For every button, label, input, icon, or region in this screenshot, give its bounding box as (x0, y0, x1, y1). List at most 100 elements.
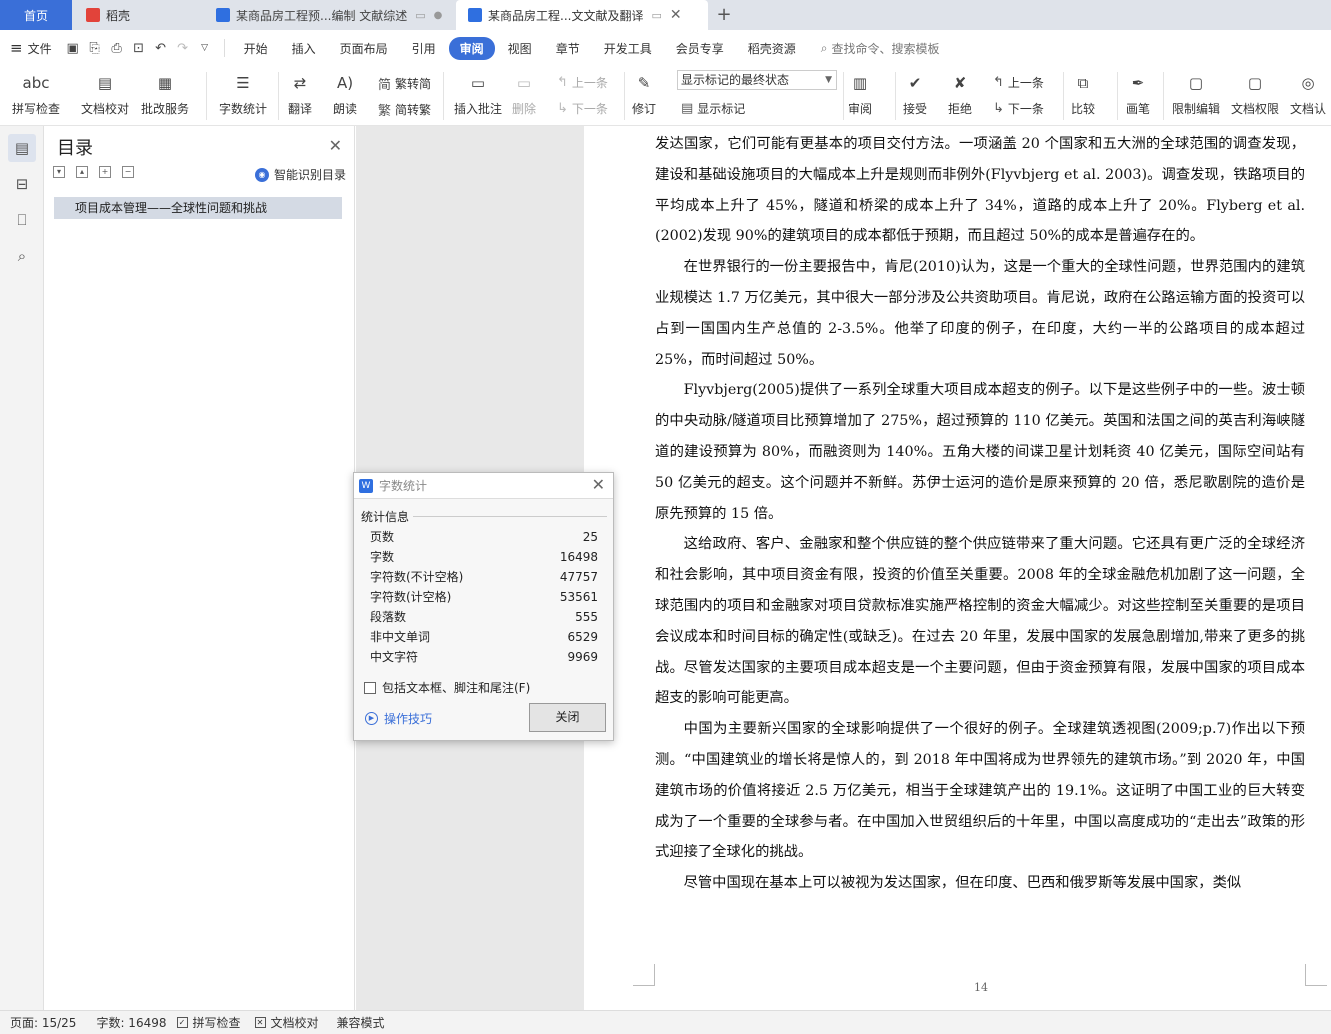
close-icon[interactable]: ✕ (592, 475, 605, 494)
show-markup-button[interactable]: ▤ 显示标记 (681, 100, 745, 117)
tab-bar: 首页 稻壳 某商品房工程预...编制 文献综述 ▭ ● 某商品房工程...文文献及翻… (0, 0, 1331, 30)
menu-tab-insert[interactable]: 插入 (281, 37, 327, 60)
add-heading-icon[interactable]: + (99, 166, 111, 178)
review-pane-button[interactable]: ▥ 审阅 (848, 70, 872, 117)
expand-all-icon[interactable]: ▾ (53, 166, 65, 178)
comment-icon: ▭ (470, 74, 486, 92)
prev-comment-button[interactable]: ↰ 上一条 (557, 74, 608, 91)
traditional-icon: 繁 (378, 104, 392, 119)
revise-service-button[interactable]: ▦ 批改服务 (141, 70, 189, 117)
read-aloud-button[interactable]: A) 朗读 (333, 70, 357, 117)
divider (843, 72, 844, 120)
to-simplified-button[interactable]: 简繁转简 (378, 74, 431, 93)
divider (278, 72, 279, 120)
translate-button[interactable]: ⇄ 翻译 (288, 70, 312, 117)
next-change-button[interactable]: ↳ 下一条 (993, 100, 1044, 117)
minimize-icon[interactable]: ▭ (415, 9, 425, 22)
accept-button[interactable]: ✔ 接受 (903, 70, 927, 117)
menu-tab-review[interactable]: 审阅 (448, 36, 495, 60)
menu-tab-developer[interactable]: 开发工具 (593, 37, 663, 60)
bookmark-icon[interactable]: ⎕ (8, 206, 36, 234)
menu-tab-chapter[interactable]: 章节 (545, 37, 591, 60)
prev-change-button[interactable]: ↰ 上一条 (993, 74, 1044, 91)
close-tab-icon[interactable]: ✕ (670, 7, 682, 23)
remove-heading-icon[interactable]: − (122, 166, 134, 178)
close-icon[interactable]: ✕ (329, 136, 342, 155)
next-icon: ↳ (557, 101, 568, 116)
toc-item[interactable]: 项目成本管理——全球性问题和挑战 (54, 197, 342, 219)
spell-check-icon: abc (22, 74, 50, 92)
compare-button[interactable]: ⧉ 比较 (1071, 70, 1095, 117)
tab-home[interactable]: 首页 (0, 0, 72, 30)
next-change-icon: ↳ (993, 101, 1004, 116)
file-menu[interactable]: ≡ 文件 (10, 39, 52, 57)
play-icon: ▶ (365, 712, 378, 725)
spell-check-toggle[interactable]: ✓ 拼写检查 (176, 1014, 241, 1031)
tab-document-1[interactable]: 某商品房工程预...编制 文献综述 ▭ ● (204, 0, 454, 30)
ink-button[interactable]: ✒ 画笔 (1126, 70, 1150, 117)
chevron-down-icon[interactable]: ▽ (194, 37, 216, 59)
word-count-indicator[interactable]: 字数: 16498 (96, 1014, 166, 1031)
menu-tab-references[interactable]: 引用 (401, 37, 447, 60)
restrict-edit-button[interactable]: ▢ 限制编辑 (1172, 70, 1220, 117)
markup-state-select[interactable]: 显示标记的最终状态 ▼ (677, 70, 837, 90)
word-count-dialog: W 字数统计 ✕ 统计信息 页数 25 字数 16498 字符数(不计空格) 4775… (353, 472, 614, 741)
include-textbox-checkbox[interactable]: 包括文本框、脚注和尾注(F) (364, 679, 530, 696)
spell-check-button[interactable]: abc 拼写检查 (12, 70, 60, 117)
print-icon[interactable]: ⎙ (106, 37, 128, 59)
toc-panel-icon[interactable]: ▤ (8, 134, 36, 162)
tab-document-2[interactable]: 某商品房工程...文文献及翻译 ▭ ✕ (456, 0, 708, 30)
insert-comment-button[interactable]: ▭ 插入批注 (454, 70, 502, 117)
pen-icon: ✒ (1131, 74, 1145, 92)
delete-comment-button[interactable]: ▭ 删除 (512, 70, 536, 117)
doc-auth-icon: ◎ (1301, 74, 1315, 92)
to-traditional-button[interactable]: 繁简转繁 (378, 100, 431, 119)
reject-button[interactable]: ✘ 拒绝 (948, 70, 972, 117)
stat-row-chinese-chars: 中文字符 9969 (370, 650, 598, 664)
minimize-icon[interactable]: ▭ (651, 9, 661, 22)
tips-link[interactable]: ▶ 操作技巧 (365, 710, 432, 727)
search-icon[interactable]: ⌕ (8, 242, 36, 270)
print-preview-icon[interactable]: ⊡ (128, 37, 150, 59)
divider (1163, 72, 1164, 120)
menu-tab-layout[interactable]: 页面布局 (329, 37, 399, 60)
checkbox-box[interactable] (364, 681, 376, 694)
collapse-all-icon[interactable]: ▴ (76, 166, 88, 178)
command-search[interactable]: ⌕ 查找命令、搜索模板 (821, 40, 940, 57)
menu-tab-member[interactable]: 会员专享 (665, 37, 735, 60)
unsaved-dot-icon: ● (433, 9, 443, 21)
doc-auth-button[interactable]: ◎ 文档认 (1290, 70, 1326, 117)
export-pdf-icon[interactable]: ⎘ (84, 37, 106, 59)
redo-icon[interactable]: ↷ (172, 37, 194, 59)
doc-permission-button[interactable]: ▢ 文档权限 (1231, 70, 1279, 117)
stat-row-paragraphs: 段落数 555 (370, 610, 598, 624)
divider (895, 72, 896, 120)
permission-icon: ▢ (1247, 74, 1263, 92)
paragraph: 尽管中国现在基本上可以被视为发达国家，但在印度、巴西和俄罗斯等发展中国家，类似 (683, 875, 1242, 892)
left-rail: ▤ ⊟ ⎕ ⌕ (0, 126, 44, 1010)
doc-proofread-button[interactable]: ▤ 文档校对 (81, 70, 129, 117)
next-comment-button[interactable]: ↳ 下一条 (557, 100, 608, 117)
add-tab-button[interactable]: + (712, 4, 736, 26)
page-indicator[interactable]: 页面: 15/25 (10, 1014, 76, 1031)
paragraph: 中国为主要新兴国家的全球影响提供了一个很好的例子。全球建筑透视图(2009;p.… (655, 721, 1305, 861)
word-count-button[interactable]: ☰ 字数统计 (219, 70, 267, 117)
save-icon[interactable]: ▣ (62, 37, 84, 59)
dialog-title-bar[interactable]: W 字数统计 ✕ (354, 473, 613, 499)
tab-daoke[interactable]: 稻壳 (74, 0, 202, 30)
navigation-icon[interactable]: ⊟ (8, 170, 36, 198)
stat-row-pages: 页数 25 (370, 530, 598, 544)
menu-tab-start[interactable]: 开始 (233, 37, 279, 60)
proofread-toggle[interactable]: ✕ 文档校对 (254, 1014, 319, 1031)
document-page[interactable]: 发达国家，它们可能有更基本的项目交付方法。一项涵盖 20 个国家和五大洲的全球范… (584, 126, 1331, 1010)
smart-toc-button[interactable]: ◉ 智能识别目录 (254, 166, 346, 183)
undo-icon[interactable]: ↶ (150, 37, 172, 59)
compat-mode-label: 兼容模式 (336, 1016, 385, 1030)
document-body[interactable]: 发达国家，它们可能有更基本的项目交付方法。一项涵盖 20 个国家和五大洲的全球范… (655, 129, 1305, 899)
menu-tab-daoke-resources[interactable]: 稻壳资源 (737, 37, 807, 60)
track-changes-button[interactable]: ✎ 修订 (632, 70, 656, 117)
divider (1117, 72, 1118, 120)
revise-service-icon: ▦ (157, 74, 173, 92)
close-button[interactable]: 关闭 (529, 703, 606, 732)
menu-tab-view[interactable]: 视图 (497, 37, 543, 60)
